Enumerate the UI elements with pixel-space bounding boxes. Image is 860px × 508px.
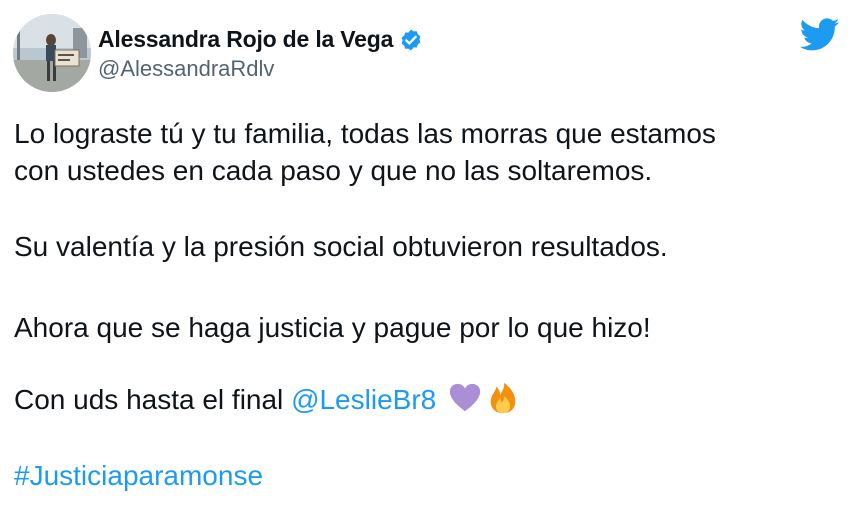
tweet-line-1: Lo lograste tú y tu familia, todas las m… <box>14 118 716 149</box>
hashtag-link[interactable]: #Justiciaparamonse <box>14 457 263 494</box>
tweet-paragraph-1: Lo lograste tú y tu familia, todas las m… <box>14 115 716 189</box>
tweet-paragraph-3: Ahora que se haga justicia y pague por l… <box>14 312 651 343</box>
tweet-line-5-text: Con uds hasta el final <box>14 384 292 415</box>
tweet-paragraph-2: Su valentía y la presión social obtuvier… <box>14 231 668 262</box>
purple-heart-icon <box>448 381 482 415</box>
mention-link[interactable]: @LeslieBr8 <box>291 384 436 415</box>
tweet-paragraph-4: Con uds hasta el final @LeslieBr8 <box>14 381 520 418</box>
author-display-name[interactable]: Alessandra Rojo de la Vega <box>98 26 393 53</box>
avatar-image <box>13 14 91 92</box>
verified-badge-icon <box>399 28 423 52</box>
twitter-bird-icon[interactable] <box>799 18 840 52</box>
tweet-line-2: con ustedes en cada paso y que no las so… <box>14 155 653 186</box>
fire-icon <box>486 381 520 415</box>
author-name-row[interactable]: Alessandra Rojo de la Vega <box>98 26 423 53</box>
avatar[interactable] <box>13 14 91 92</box>
tweet-card: Alessandra Rojo de la Vega @AlessandraRd… <box>0 0 860 508</box>
author-handle[interactable]: @AlessandraRdlv <box>98 56 274 82</box>
